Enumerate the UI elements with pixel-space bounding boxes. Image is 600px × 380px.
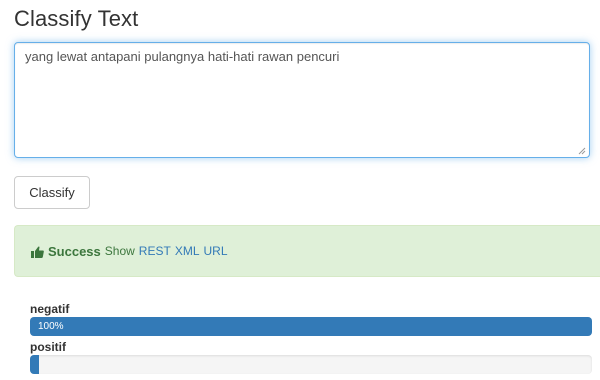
result-label-negatif: negatif bbox=[30, 302, 70, 316]
progress-negatif: 100% bbox=[30, 317, 592, 336]
results-list: negatif 100% positif 0% bbox=[30, 302, 592, 378]
progress-bar-negatif: 100% bbox=[30, 317, 592, 336]
text-input[interactable] bbox=[14, 42, 590, 158]
classify-page: Classify Text Classify Success Show REST… bbox=[0, 0, 600, 380]
success-label: Success bbox=[48, 243, 101, 259]
progress-bar-positif: 0% bbox=[30, 355, 39, 374]
success-alert: Success Show REST XML URL bbox=[14, 225, 600, 277]
classify-button[interactable]: Classify bbox=[14, 176, 90, 209]
page-title: Classify Text bbox=[14, 6, 139, 31]
result-label-positif: positif bbox=[30, 340, 66, 354]
url-link[interactable]: URL bbox=[204, 244, 228, 258]
rest-link[interactable]: REST bbox=[139, 244, 171, 258]
thumbs-up-icon bbox=[31, 246, 44, 258]
xml-link[interactable]: XML bbox=[175, 244, 200, 258]
show-text: Show bbox=[104, 244, 135, 258]
progress-positif: 0% bbox=[30, 355, 592, 374]
